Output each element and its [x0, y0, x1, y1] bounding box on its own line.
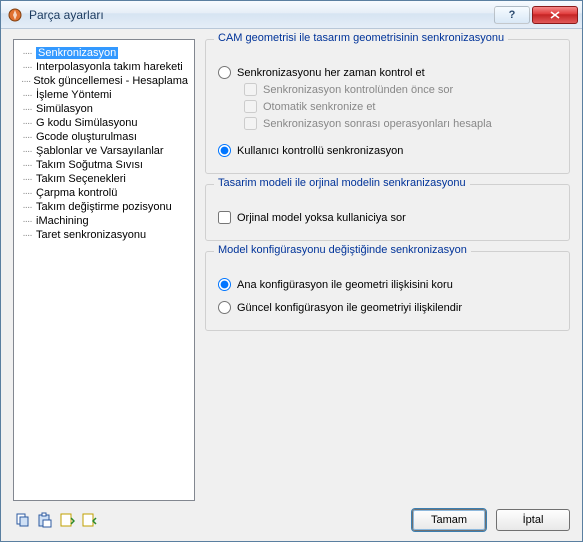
- group-title: Model konfigürasyonu değiştiğinde senkro…: [214, 244, 471, 256]
- check-ask-if-no-original[interactable]: Orjinal model yoksa kullaniciya sor: [218, 211, 557, 224]
- group-title: CAM geometrisi ile tasarım geometrisinin…: [214, 32, 508, 44]
- tree-connector-icon: ····: [20, 48, 34, 59]
- ok-button[interactable]: Tamam: [412, 509, 486, 531]
- tree-item[interactable]: ····Takım Seçenekleri: [18, 172, 190, 186]
- tree-item[interactable]: ····Stok güncellemesi - Hesaplama: [18, 74, 190, 88]
- radio-input[interactable]: [218, 144, 231, 157]
- load-icon[interactable]: [81, 512, 97, 528]
- button-label: İptal: [523, 514, 544, 526]
- radio-link-current-config[interactable]: Güncel konfigürasyon ile geometriyi iliş…: [218, 301, 557, 314]
- tree-item-label: iMachining: [36, 215, 89, 227]
- tree-connector-icon: ····: [20, 188, 34, 199]
- checkbox-label: Senkronizasyon kontrolünden önce sor: [263, 84, 453, 96]
- tree-item[interactable]: ····Taret senkronizasyonu: [18, 228, 190, 242]
- check-auto-sync: Otomatik senkronize et: [244, 100, 557, 113]
- tree-item[interactable]: ····Simülasyon: [18, 102, 190, 116]
- checkbox-input: [244, 83, 257, 96]
- checkbox-input: [244, 117, 257, 130]
- toolbar-icons: [13, 512, 97, 528]
- paste-icon[interactable]: [37, 512, 53, 528]
- radio-input[interactable]: [218, 278, 231, 291]
- tree-item[interactable]: ····iMachining: [18, 214, 190, 228]
- tree-item-label: Senkronizasyon: [36, 47, 118, 59]
- tree-item-label: Çarpma kontrolü: [36, 187, 117, 199]
- window-buttons: ?: [494, 6, 578, 24]
- tree-connector-icon: ····: [20, 104, 34, 115]
- save-icon[interactable]: [59, 512, 75, 528]
- group-title: Tasarim modeli ile orjinal modelin senkr…: [214, 177, 470, 189]
- radio-user-controlled-sync[interactable]: Kullanıcı kontrollü senkronizasyon: [218, 144, 557, 157]
- checkbox-input: [244, 100, 257, 113]
- client-area: ····Senkronizasyon····Interpolasyonla ta…: [1, 29, 582, 541]
- button-label: Tamam: [431, 514, 467, 526]
- tree-item[interactable]: ····Takım Soğutma Sıvısı: [18, 158, 190, 172]
- tree-connector-icon: ····: [20, 132, 34, 143]
- group-design-original-sync: Tasarim modeli ile orjinal modelin senkr…: [205, 184, 570, 241]
- tree-item-label: Takım Seçenekleri: [36, 173, 126, 185]
- tree-item-label: Taret senkronizasyonu: [36, 229, 146, 241]
- nav-tree[interactable]: ····Senkronizasyon····Interpolasyonla ta…: [13, 39, 195, 501]
- group-cam-sync: CAM geometrisi ile tasarım geometrisinin…: [205, 39, 570, 174]
- tree-item[interactable]: ····Takım değiştirme pozisyonu: [18, 200, 190, 214]
- radio-label: Senkronizasyonu her zaman kontrol et: [237, 67, 425, 79]
- group-config-change-sync: Model konfigürasyonu değiştiğinde senkro…: [205, 251, 570, 331]
- window-title: Parça ayarları: [29, 8, 494, 22]
- tree-connector-icon: ····: [20, 160, 34, 171]
- tree-item-label: Interpolasyonla takım hareketi: [36, 61, 183, 73]
- tree-item-label: Takım Soğutma Sıvısı: [36, 159, 143, 171]
- radio-input[interactable]: [218, 66, 231, 79]
- tree-connector-icon: ····: [20, 118, 34, 129]
- radio-always-check-sync[interactable]: Senkronizasyonu her zaman kontrol et: [218, 66, 557, 79]
- tree-item[interactable]: ····Senkronizasyon: [18, 46, 190, 60]
- tree-connector-icon: ····: [20, 216, 34, 227]
- tree-item-label: Takım değiştirme pozisyonu: [36, 201, 172, 213]
- settings-panel: CAM geometrisi ile tasarım geometrisinin…: [205, 39, 570, 501]
- radio-input[interactable]: [218, 301, 231, 314]
- tree-item[interactable]: ····Gcode oluşturulması: [18, 130, 190, 144]
- checkbox-label: Otomatik senkronize et: [263, 101, 376, 113]
- radio-label: Kullanıcı kontrollü senkronizasyon: [237, 145, 403, 157]
- tree-item[interactable]: ····G kodu Simülasyonu: [18, 116, 190, 130]
- radio-label: Ana konfigürasyon ile geometri ilişkisin…: [237, 279, 453, 291]
- tree-item-label: İşleme Yöntemi: [36, 89, 112, 101]
- radio-label: Güncel konfigürasyon ile geometriyi iliş…: [237, 302, 462, 314]
- tree-connector-icon: ····: [20, 202, 34, 213]
- tree-connector-icon: ····: [20, 90, 34, 101]
- tree-item[interactable]: ····İşleme Yöntemi: [18, 88, 190, 102]
- titlebar[interactable]: Parça ayarları ?: [1, 1, 582, 29]
- tree-item-label: Simülasyon: [36, 103, 93, 115]
- cancel-button[interactable]: İptal: [496, 509, 570, 531]
- tree-connector-icon: ····: [20, 230, 34, 241]
- bottom-bar: Tamam İptal: [13, 509, 570, 531]
- tree-connector-icon: ····: [20, 146, 34, 157]
- copy-icon[interactable]: [15, 512, 31, 528]
- tree-item-label: Şablonlar ve Varsayılanlar: [36, 145, 164, 157]
- tree-item-label: Stok güncellemesi - Hesaplama: [33, 75, 188, 87]
- app-icon: [7, 7, 23, 23]
- close-button[interactable]: [532, 6, 578, 24]
- tree-item[interactable]: ····Şablonlar ve Varsayılanlar: [18, 144, 190, 158]
- check-ask-before-sync: Senkronizasyon kontrolünden önce sor: [244, 83, 557, 96]
- tree-item[interactable]: ····Çarpma kontrolü: [18, 186, 190, 200]
- checkbox-label: Orjinal model yoksa kullaniciya sor: [237, 212, 406, 224]
- checkbox-input[interactable]: [218, 211, 231, 224]
- dialog-window: Parça ayarları ? ····Senkronizasyon····I…: [0, 0, 583, 542]
- radio-keep-main-config[interactable]: Ana konfigürasyon ile geometri ilişkisin…: [218, 278, 557, 291]
- tree-connector-icon: ····: [20, 76, 31, 87]
- check-calc-after-sync: Senkronizasyon sonrası operasyonları hes…: [244, 117, 557, 130]
- dialog-buttons: Tamam İptal: [412, 509, 570, 531]
- tree-connector-icon: ····: [20, 62, 34, 73]
- checkbox-label: Senkronizasyon sonrası operasyonları hes…: [263, 118, 492, 130]
- help-button[interactable]: ?: [494, 6, 530, 24]
- tree-connector-icon: ····: [20, 174, 34, 185]
- tree-item-label: G kodu Simülasyonu: [36, 117, 138, 129]
- tree-item-label: Gcode oluşturulması: [36, 131, 137, 143]
- tree-item[interactable]: ····Interpolasyonla takım hareketi: [18, 60, 190, 74]
